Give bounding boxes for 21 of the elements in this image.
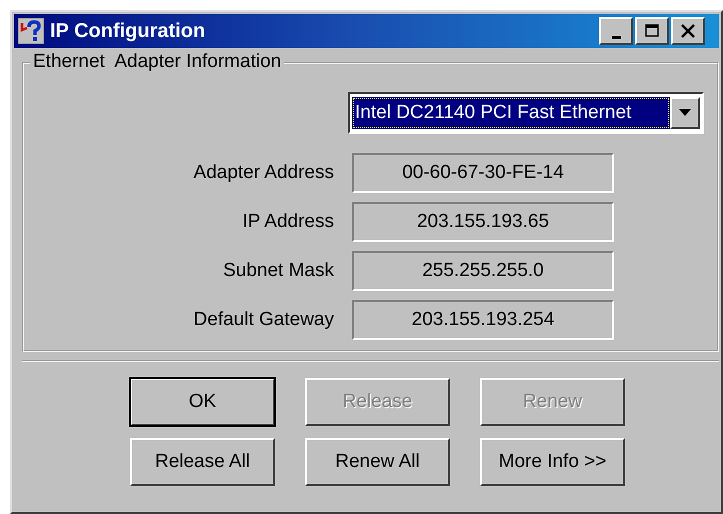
field-label: Default Gateway — [192, 308, 334, 330]
dropdown-arrow-icon — [679, 109, 691, 117]
action-button[interactable]: Release All — [130, 438, 275, 486]
close-button[interactable] — [671, 17, 705, 45]
question-mark-icon — [18, 18, 44, 44]
group-title: Ethernet Adapter Information — [30, 51, 284, 73]
window-title: IP Configuration — [50, 20, 206, 42]
readonly-field: 00-60-67-30-FE-14 — [352, 152, 614, 192]
readonly-field: 255.255.255.0 — [352, 250, 614, 290]
ok-button[interactable]: OK — [130, 378, 275, 426]
field-label: IP Address — [241, 210, 334, 232]
field-label: Subnet Mask — [222, 260, 334, 282]
field-label: Adapter Address — [192, 162, 334, 184]
maximize-button[interactable] — [635, 17, 669, 45]
action-button[interactable]: Renew All — [305, 438, 450, 486]
readonly-field: 203.155.193.254 — [352, 300, 614, 340]
action-button[interactable]: More Info >> — [480, 438, 625, 486]
readonly-field: 203.155.193.65 — [352, 202, 614, 242]
minimize-icon — [612, 36, 620, 38]
minimize-button[interactable] — [599, 17, 633, 45]
adapter-dropdown[interactable]: Intel DC21140 PCI Fast Ethernet — [348, 92, 704, 134]
